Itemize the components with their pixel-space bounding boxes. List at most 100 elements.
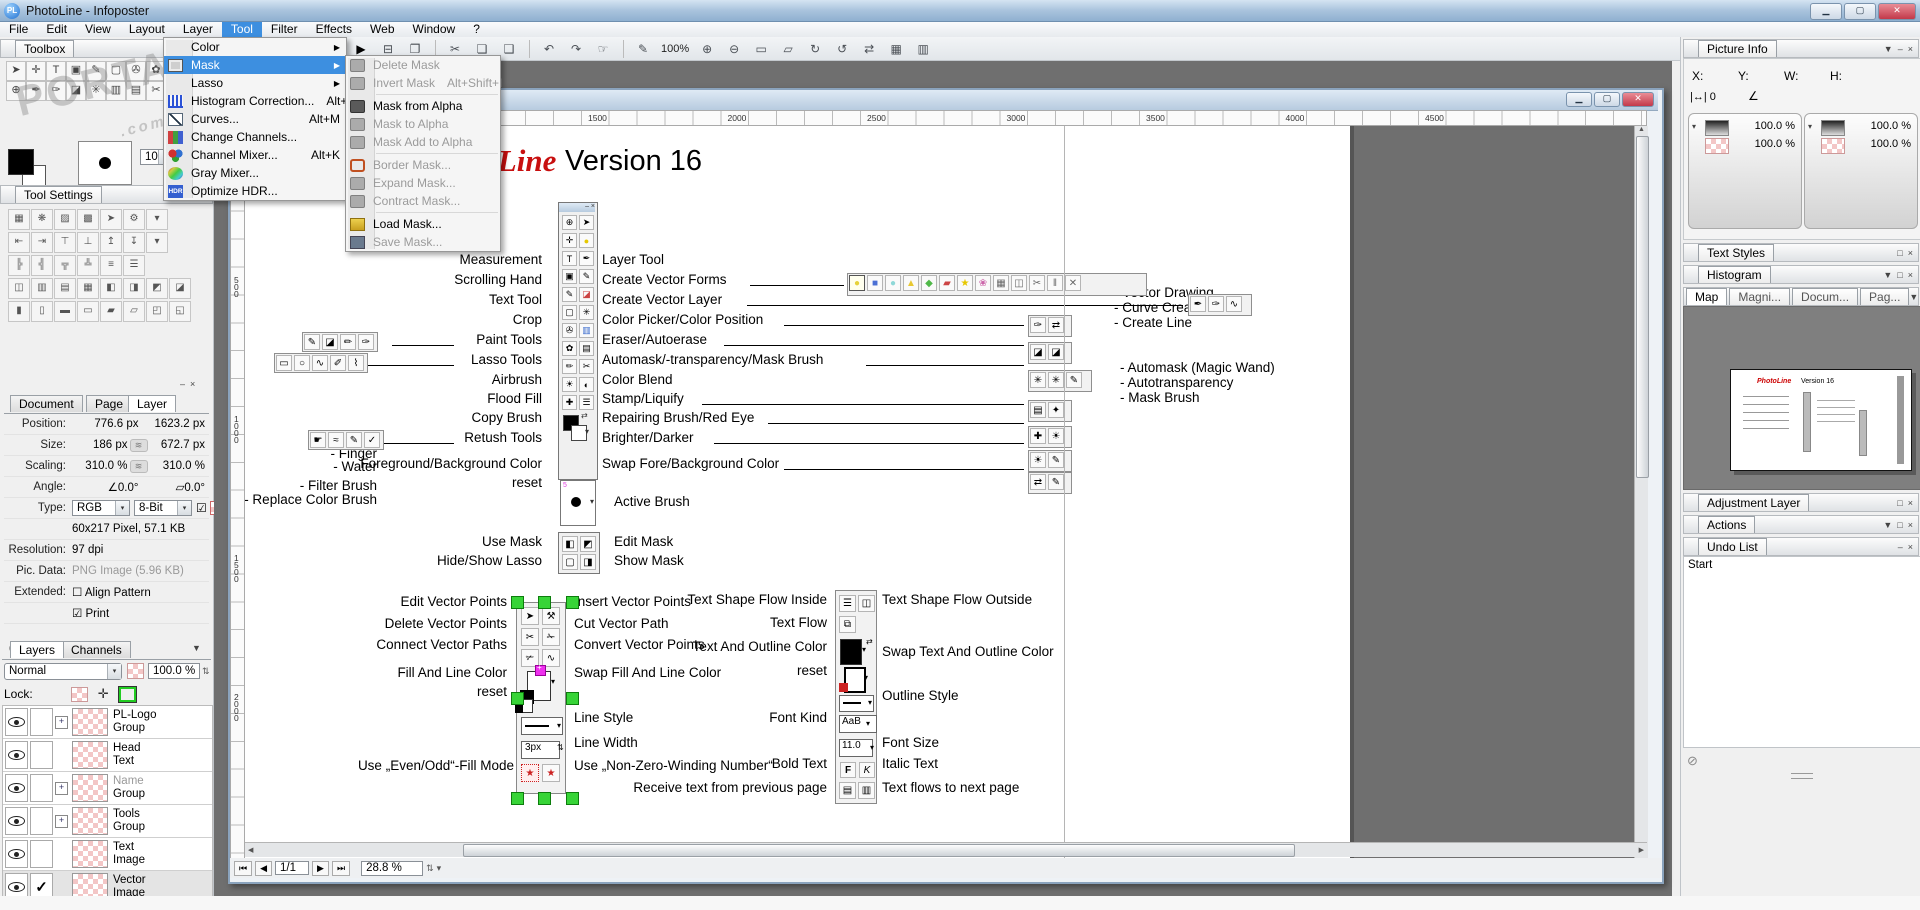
active-brush-box[interactable]: 5 ▾ [560, 480, 596, 526]
doc-restore-button[interactable]: ▢ [1594, 92, 1620, 107]
toolbox-tool-icon[interactable]: ✇ [126, 61, 146, 81]
tool-icon[interactable]: ✇ [562, 323, 577, 338]
vector-form-icon[interactable]: ■ [867, 275, 883, 291]
evenodd-fill-icon[interactable]: ★ [521, 764, 539, 782]
align-tool-icon[interactable]: ➤ [100, 209, 122, 230]
font-kind-select[interactable]: AaB [839, 715, 877, 733]
undo-icon[interactable]: ↶ [536, 38, 562, 60]
doc-close-button[interactable]: ✕ [1622, 92, 1654, 107]
selection-handle[interactable] [538, 596, 551, 609]
navigator-tab-docum[interactable]: Docum... [1792, 288, 1859, 305]
zoom-in-icon[interactable]: ⊕ [694, 38, 720, 60]
navigator-tab-magni[interactable]: Magni... [1729, 288, 1791, 305]
layer-select-cell[interactable] [30, 840, 53, 868]
mask-menu-item-mask-from-alpha[interactable]: Mask from Alpha [346, 97, 500, 115]
scroll-up-icon[interactable]: ▲ [1635, 126, 1648, 133]
undo-trash-icon[interactable]: ⊘ [1687, 753, 1703, 769]
menu-effects[interactable]: Effects [307, 22, 361, 37]
align-tool-icon[interactable]: ◩ [146, 278, 168, 299]
tool-icon[interactable]: ➤ [579, 215, 594, 230]
vector-tool-icon[interactable]: ✂ [521, 628, 539, 646]
tool-icon[interactable]: ▢ [562, 305, 577, 320]
navigator-thumbnail[interactable]: PhotoLine Version 16 [1730, 369, 1912, 471]
align-tool-icon[interactable]: ╠ [8, 255, 30, 276]
layer-row[interactable]: Head Text [3, 739, 212, 772]
expand-icon[interactable]: + [55, 781, 68, 795]
selection-handle[interactable] [511, 596, 524, 609]
align-tool-icon[interactable]: ▤ [54, 278, 76, 299]
tool-menu-item-curves[interactable]: Curves... Alt+M [164, 110, 346, 128]
minimize-panel-icon[interactable]: – [1898, 44, 1903, 54]
zoom-out-icon[interactable]: ⊖ [721, 38, 747, 60]
navigator-tab-map[interactable]: Map [1686, 288, 1728, 305]
font-size-select[interactable]: 11.0 [839, 739, 873, 757]
tool-icon[interactable]: ∿ [312, 355, 328, 371]
page-landscape-icon[interactable]: ▱ [775, 38, 801, 60]
swap-colors-icon[interactable]: ⇄ [581, 411, 588, 420]
flip-icon[interactable]: ⇄ [856, 38, 882, 60]
nonzero-winding-icon[interactable]: ★ [542, 764, 560, 782]
mask-menu-item-save-mask[interactable]: Save Mask... [346, 233, 500, 251]
align-tool-icon[interactable]: ▦ [8, 209, 30, 230]
scroll-thumb[interactable] [463, 844, 1295, 857]
panel-menu-icon[interactable]: ▼ [1909, 292, 1918, 302]
vector-form-icon[interactable]: ▲ [903, 275, 919, 291]
align-tool-icon[interactable]: ▯ [31, 301, 53, 322]
tool-icon[interactable]: ▤ [579, 341, 594, 356]
restore-panel-icon[interactable]: □ [1897, 270, 1902, 280]
close-button[interactable]: ✕ [1878, 3, 1916, 20]
tool-icon[interactable]: ▣ [562, 269, 577, 284]
tool-icon[interactable]: ◪ [579, 287, 594, 302]
dropdown-icon[interactable]: ▾ [557, 721, 561, 730]
dropdown-icon[interactable]: ▾ [1692, 122, 1696, 131]
restore-panel-icon[interactable]: □ [1897, 520, 1902, 530]
toolbox-tool-icon[interactable]: ⊕ [6, 81, 26, 101]
layer-visible-cell[interactable] [5, 807, 28, 835]
zoom-field[interactable]: 28.8 % [361, 860, 424, 876]
expand-icon[interactable]: + [55, 715, 68, 729]
toolbox-tool-icon[interactable]: ✒ [26, 81, 46, 101]
vector-form-icon[interactable]: ❀ [975, 275, 991, 291]
align-tool-icon[interactable]: ◰ [146, 301, 168, 322]
tool-icon[interactable]: ◪ [1030, 344, 1046, 360]
zoom-dropdown-icon[interactable]: ▾ [437, 863, 442, 874]
text-reset-well[interactable] [839, 667, 866, 693]
vector-form-icon[interactable]: ▦ [993, 275, 1009, 291]
menu-window[interactable]: Window [404, 22, 465, 37]
minimize-button[interactable]: ▁ [1810, 3, 1842, 20]
restore-panel-icon[interactable]: □ [1897, 248, 1902, 258]
tab-channels[interactable]: Channels [62, 641, 131, 658]
dropdown-icon[interactable]: ▾ [585, 427, 589, 436]
close-panel-icon[interactable]: × [1908, 498, 1913, 508]
mask-menu-item-load-mask[interactable]: Load Mask... [346, 215, 500, 233]
tool-icon[interactable]: ⇄ [1048, 317, 1064, 333]
close-panel-icon[interactable]: × [1908, 44, 1913, 54]
layer-visible-cell[interactable] [5, 708, 28, 736]
align-tool-icon[interactable]: ▬ [54, 301, 76, 322]
toolbox-tool-icon[interactable]: ▣ [66, 61, 86, 81]
tool-icon[interactable]: ✒ [579, 251, 594, 266]
tool-icon[interactable]: ✳ [579, 305, 594, 320]
align-tool-icon[interactable]: ↧ [123, 232, 145, 253]
scroll-thumb[interactable] [1636, 136, 1649, 478]
layer-visible-cell[interactable] [5, 840, 28, 868]
vector-tool-icon[interactable]: ➤ [521, 607, 539, 625]
tool-icon[interactable]: ✑ [1208, 296, 1224, 312]
tool-menu-item-histogram-correction[interactable]: Histogram Correction... Alt+L [164, 92, 354, 110]
tool-icon[interactable]: ✓ [364, 432, 380, 448]
menu-edit[interactable]: Edit [37, 22, 76, 37]
selection-handle[interactable] [511, 792, 524, 805]
mask-menu-item-expand-mask[interactable]: Expand Mask... [346, 174, 500, 192]
zoom-level[interactable]: 100% [657, 38, 693, 60]
layer-select-cell[interactable] [30, 741, 53, 769]
redo-icon[interactable]: ↷ [563, 38, 589, 60]
menu-file[interactable]: File [0, 22, 37, 37]
close-panel-icon[interactable]: × [1908, 542, 1913, 552]
align-tool-icon[interactable]: ⇥ [31, 232, 53, 253]
tool-icon[interactable]: ☀ [1030, 452, 1046, 468]
tool-icon[interactable]: ◪ [322, 334, 338, 350]
tool-icon[interactable]: ◪ [1048, 344, 1064, 360]
checkbox[interactable]: ☑ Print [72, 606, 109, 620]
selection-handle[interactable] [538, 792, 551, 805]
line-style-select[interactable]: ▾ [521, 717, 563, 735]
